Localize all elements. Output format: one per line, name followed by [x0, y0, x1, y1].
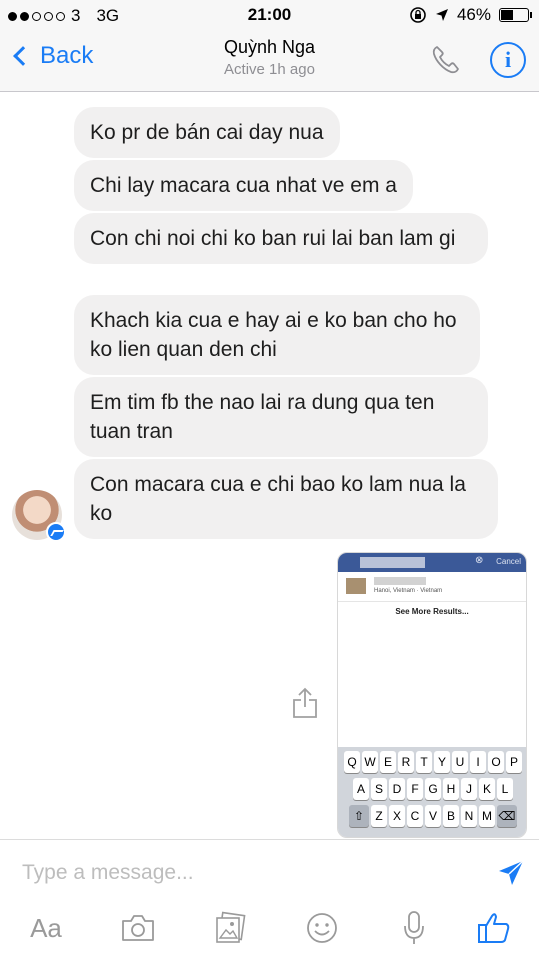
messenger-badge-icon [46, 522, 66, 542]
message-bubble[interactable]: Chi lay macara cua nhat ve em a [74, 160, 413, 211]
keyboard-key: W [362, 751, 378, 773]
keyboard-key: Z [371, 805, 387, 827]
camera-button[interactable] [118, 908, 158, 948]
composer: Aa [0, 839, 539, 960]
phone-icon[interactable] [428, 42, 464, 78]
message-bubble[interactable]: Khach kia cua e hay ai e ko ban cho ho k… [74, 295, 480, 375]
thumbs-up-icon [478, 913, 510, 943]
keyboard-key: L [497, 778, 513, 800]
gallery-icon [216, 911, 246, 943]
text-format-button[interactable]: Aa [26, 908, 66, 948]
keyboard-key: Q [344, 751, 360, 773]
composer-toolbar: Aa [0, 908, 539, 952]
send-icon[interactable] [496, 858, 526, 888]
keyboard-key: J [461, 778, 477, 800]
message-bubble[interactable]: Con macara cua e chi bao ko lam nua la k… [74, 459, 498, 539]
camera-icon [122, 915, 154, 941]
image-search-bar: ⊗ Cancel [338, 553, 526, 572]
image-see-more: See More Results... [395, 607, 469, 616]
keyboard-key: D [389, 778, 405, 800]
keyboard-key: K [479, 778, 495, 800]
keyboard-key: Y [434, 751, 450, 773]
battery-percent: 46% [456, 5, 491, 24]
image-result-location: Hanoi, Vietnam · Vietnam [374, 588, 443, 594]
image-result-row: Hanoi, Vietnam · Vietnam [338, 572, 526, 602]
message-bubble[interactable]: Con chi noi chi ko ban rui lai ban lam g… [74, 213, 488, 264]
message-bubble[interactable]: Em tim fb the nao lai ra dung qua ten tu… [74, 377, 488, 457]
battery-level [501, 10, 513, 20]
status-right: 46% [409, 5, 532, 25]
keyboard-key: I [470, 751, 486, 773]
keyboard-key: N [461, 805, 477, 827]
image-attachment[interactable]: ⊗ Cancel Hanoi, Vietnam · Vietnam See Mo… [337, 552, 527, 838]
avatar[interactable] [12, 490, 66, 542]
keyboard-row: ASDFGHJKL [340, 778, 526, 800]
keyboard-key: B [443, 805, 459, 827]
emoji-button[interactable] [302, 908, 342, 948]
keyboard-key: H [443, 778, 459, 800]
image-cancel-label: Cancel [496, 557, 521, 566]
keyboard-key: R [398, 751, 414, 773]
share-icon[interactable] [291, 687, 319, 719]
keyboard-key: C [407, 805, 423, 827]
emoji-icon [307, 913, 337, 943]
blurred-search-text [360, 557, 425, 568]
battery-icon [499, 8, 532, 22]
status-bar: 3 3G 21:00 46% [0, 0, 539, 32]
rotation-lock-icon [410, 7, 426, 23]
keyboard-key: V [425, 805, 441, 827]
message-bubble[interactable]: Ko pr de bán cai day nua [74, 107, 340, 158]
keyboard-key: E [380, 751, 396, 773]
keyboard-key: A [353, 778, 369, 800]
clear-icon: ⊗ [475, 555, 484, 566]
keyboard-key: S [371, 778, 387, 800]
delete-key-icon: ⌫ [497, 805, 517, 827]
keyboard-key: M [479, 805, 495, 827]
keyboard-key: P [506, 751, 522, 773]
keyboard-key: X [389, 805, 405, 827]
keyboard-key: O [488, 751, 504, 773]
image-result-thumbnail [346, 578, 366, 594]
blurred-result-name [374, 577, 426, 585]
keyboard-key: F [407, 778, 423, 800]
nav-bar: Back Quỳnh Nga Active 1h ago i [0, 32, 539, 92]
shift-key-icon: ⇧ [349, 805, 369, 827]
info-icon[interactable]: i [490, 42, 526, 78]
keyboard-row: ⇧ Z X C V B N M ⌫ [340, 805, 526, 827]
gallery-button[interactable] [210, 908, 250, 948]
message-input[interactable] [22, 858, 482, 888]
voice-button[interactable] [394, 908, 434, 948]
keyboard-row: QWERTYUIOP [340, 751, 526, 773]
keyboard-key: T [416, 751, 432, 773]
microphone-icon [404, 911, 424, 944]
message-list: Ko pr de bán cai day nua Chi lay macara … [0, 93, 539, 838]
location-arrow-icon [435, 9, 448, 21]
keyboard-key: G [425, 778, 441, 800]
like-button[interactable] [474, 908, 514, 948]
keyboard-key: U [452, 751, 468, 773]
image-keyboard: Q W E R T Y U I O P A S D F G H J K L ⇧ Z X C V B N M ⌫ [338, 747, 526, 837]
